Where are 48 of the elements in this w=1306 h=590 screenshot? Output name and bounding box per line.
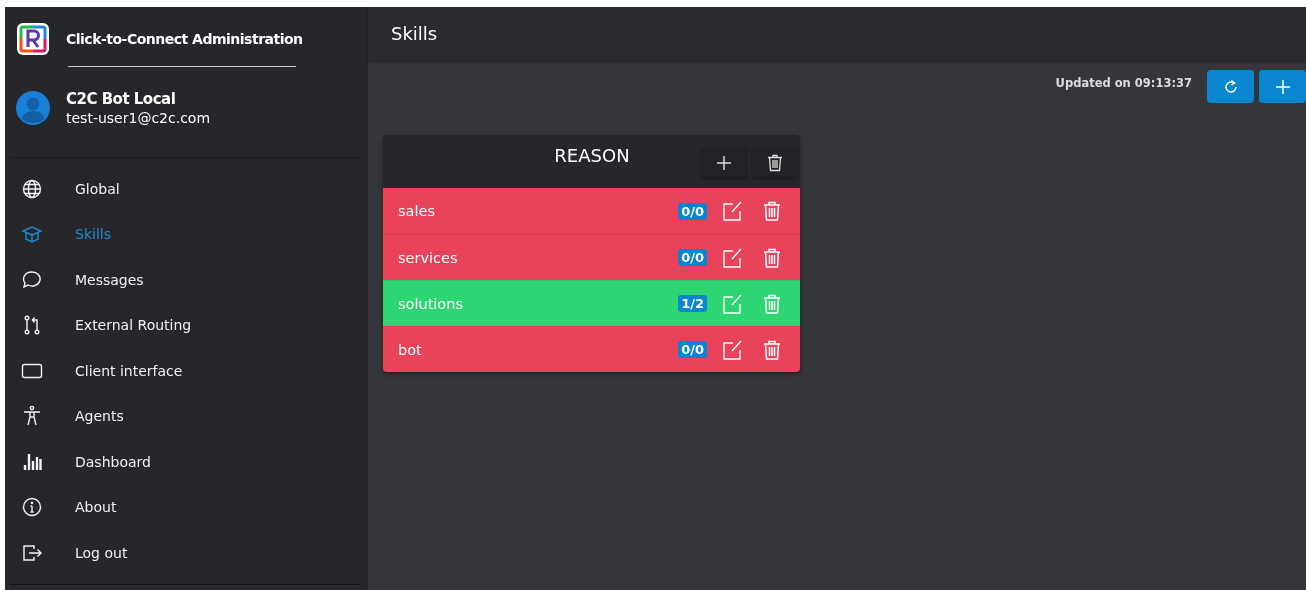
trash-icon xyxy=(761,292,783,315)
edit-icon xyxy=(721,292,743,315)
trash-icon xyxy=(761,338,783,361)
info-icon xyxy=(21,496,43,519)
nav-item[interactable]: Dashboard xyxy=(5,439,368,485)
person-icon xyxy=(21,405,43,428)
user-name: C2C Bot Local xyxy=(66,90,177,108)
count-badge: 0/0 xyxy=(678,249,707,266)
trash-icon xyxy=(767,153,783,172)
trash-icon xyxy=(761,200,783,222)
speech-bubble-icon xyxy=(21,268,43,291)
graduation-cap-icon xyxy=(21,223,43,246)
nav-item[interactable]: About xyxy=(5,484,368,530)
logo-icon xyxy=(16,22,50,56)
edit-icon xyxy=(721,200,743,222)
edit-icon xyxy=(721,338,743,361)
trash-icon xyxy=(761,246,783,269)
refresh-button[interactable] xyxy=(1207,70,1254,103)
group-title: REASON xyxy=(553,144,631,166)
edit-button[interactable] xyxy=(721,338,743,361)
nav-item[interactable]: Agents xyxy=(5,393,368,439)
plus-icon xyxy=(717,155,731,170)
nav-item[interactable]: Messages xyxy=(5,257,368,303)
skill-name: sales xyxy=(398,203,436,219)
skill-name: bot xyxy=(398,341,423,358)
count-badge: 1/2 xyxy=(678,295,707,312)
app-title: Click-to-Connect Administration xyxy=(66,31,303,47)
add-button[interactable] xyxy=(701,147,747,178)
count-badge: 0/0 xyxy=(678,202,707,220)
nav-item[interactable]: Skills xyxy=(5,211,368,257)
edit-icon xyxy=(721,246,743,269)
skill-name: services xyxy=(398,249,459,266)
nav-item[interactable]: Global xyxy=(5,166,368,212)
user-email: test-user1@c2c.com xyxy=(66,110,211,126)
nav-item[interactable]: External Routing xyxy=(5,302,368,348)
avatar-icon xyxy=(16,91,50,125)
plus-icon xyxy=(1274,78,1291,95)
updated-time: Updated on 09:13:37 xyxy=(1055,76,1192,90)
edit-button[interactable] xyxy=(721,200,743,222)
delete-button[interactable] xyxy=(752,147,798,178)
nav-item[interactable]: Log out xyxy=(5,530,368,576)
edit-button[interactable] xyxy=(721,246,743,269)
nav-item[interactable]: Client interface xyxy=(5,348,368,394)
globe-icon xyxy=(21,177,43,200)
count-badge: 0/0 xyxy=(678,341,707,358)
skill-name: solutions xyxy=(398,295,464,312)
page-title: Skills xyxy=(391,23,438,44)
edit-button[interactable] xyxy=(721,292,743,315)
